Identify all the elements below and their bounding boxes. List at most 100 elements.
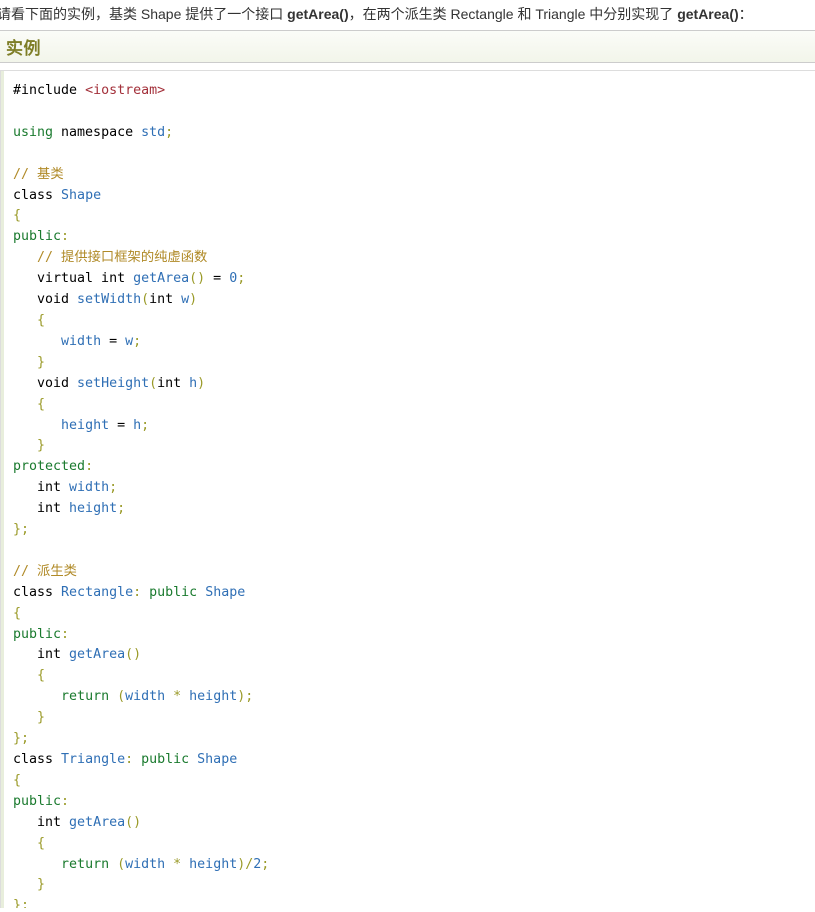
code-token: // 派生类 [13, 563, 77, 579]
code-token: : [85, 459, 94, 475]
code-token: int [157, 375, 190, 391]
code-token: int [13, 814, 70, 830]
code-token: return [61, 689, 110, 705]
code-token: } [13, 438, 46, 454]
intro-bold-term: getArea() [677, 6, 739, 22]
code-token: public [13, 229, 62, 245]
code-token: } [13, 354, 46, 370]
code-token: class [13, 584, 62, 600]
code-line: { [13, 668, 45, 683]
code-token: Shape [61, 187, 102, 203]
code-line: } [13, 355, 45, 370]
intro-bold-term: getArea() [287, 6, 349, 22]
code-token: { [13, 772, 22, 788]
code-token: ; [133, 333, 142, 349]
code-token: { [13, 835, 46, 851]
code-line: public: [13, 229, 69, 244]
code-line: int height; [13, 501, 125, 516]
code-line: int getArea() [13, 815, 141, 830]
code-token: { [13, 396, 46, 412]
code-token: ( [149, 375, 158, 391]
code-token: } [13, 877, 46, 893]
code-token: { [13, 312, 46, 328]
code-token: = [101, 333, 126, 349]
code-token: () [189, 271, 206, 287]
code-token: ; [165, 124, 174, 140]
code-token: ( [109, 856, 126, 872]
code-token: h [189, 375, 198, 391]
code-line: int width; [13, 480, 117, 495]
code-token: height [189, 856, 238, 872]
code-token: Shape [205, 584, 246, 600]
code-token: protected [13, 459, 86, 475]
code-token: = [109, 417, 134, 433]
example-header-bar: 实例 [0, 30, 815, 63]
code-token: * [165, 856, 190, 872]
code-token: return [61, 856, 110, 872]
code-line: public: [13, 627, 69, 642]
code-line: { [13, 208, 21, 223]
code-line: width = w; [13, 334, 141, 349]
code-token: using [13, 124, 54, 140]
code-line: virtual int getArea() = 0; [13, 271, 245, 286]
code-line: height = h; [13, 418, 149, 433]
intro-paragraph: 请看下面的实例，基类 Shape 提供了一个接口 getArea()，在两个派生… [0, 0, 812, 28]
code-token: () [125, 647, 142, 663]
code-token: ; [141, 417, 150, 433]
code-token: getArea [133, 271, 190, 287]
code-line: // 派生类 [13, 564, 77, 579]
code-token: w [125, 333, 134, 349]
code-line: // 基类 [13, 167, 64, 182]
code-token: }; [13, 522, 30, 538]
code-token: Rectangle [61, 584, 134, 600]
code-line: void setHeight(int h) [13, 376, 205, 391]
code-token: getArea [69, 814, 126, 830]
code-token: : [125, 752, 142, 767]
code-token: height [189, 689, 238, 705]
code-token: ( [141, 292, 150, 308]
code-token: height [61, 417, 110, 433]
code-token: : [61, 793, 70, 809]
code-line: #include <iostream> [13, 83, 165, 98]
intro-text-run: 请看下面的实例，基类 Shape 提供了一个接口 [0, 6, 288, 22]
code-token: // 提供接口框架的纯虚函数 [13, 250, 208, 266]
code-token: // 基类 [13, 166, 64, 182]
code-line: } [13, 710, 45, 725]
code-token: std [141, 124, 166, 140]
code-token: class [13, 187, 62, 203]
code-token: void [13, 292, 78, 308]
code-token: class [13, 752, 62, 767]
code-token: width [125, 856, 166, 872]
code-token: int [149, 292, 182, 308]
code-token: virtual int [13, 271, 134, 287]
code-token: : [133, 584, 150, 600]
code-token: = [205, 271, 230, 287]
code-token: getArea [69, 647, 126, 663]
code-line: { [13, 606, 21, 621]
code-token: ) [189, 292, 198, 308]
code-token: * [165, 689, 190, 705]
code-line: { [13, 836, 45, 851]
code-token: setWidth [77, 292, 142, 308]
code-token: ; [109, 480, 118, 496]
code-line: // 提供接口框架的纯虚函数 [13, 250, 207, 265]
code-line: { [13, 313, 45, 328]
code-line: } [13, 438, 45, 453]
code-token: <iostream> [85, 83, 166, 98]
code-line: class Triangle: public Shape [13, 752, 237, 767]
code-token: ( [109, 689, 126, 705]
code-line: { [13, 773, 21, 788]
code-block-container: #include <iostream> using namespace std;… [0, 70, 815, 908]
code-line: using namespace std; [13, 125, 173, 140]
code-token: w [181, 292, 190, 308]
code-line: int getArea() [13, 647, 141, 662]
code-token: namespace [53, 124, 142, 140]
code-token: { [13, 605, 22, 621]
code-token: setHeight [77, 375, 150, 391]
code-token: width [125, 689, 166, 705]
